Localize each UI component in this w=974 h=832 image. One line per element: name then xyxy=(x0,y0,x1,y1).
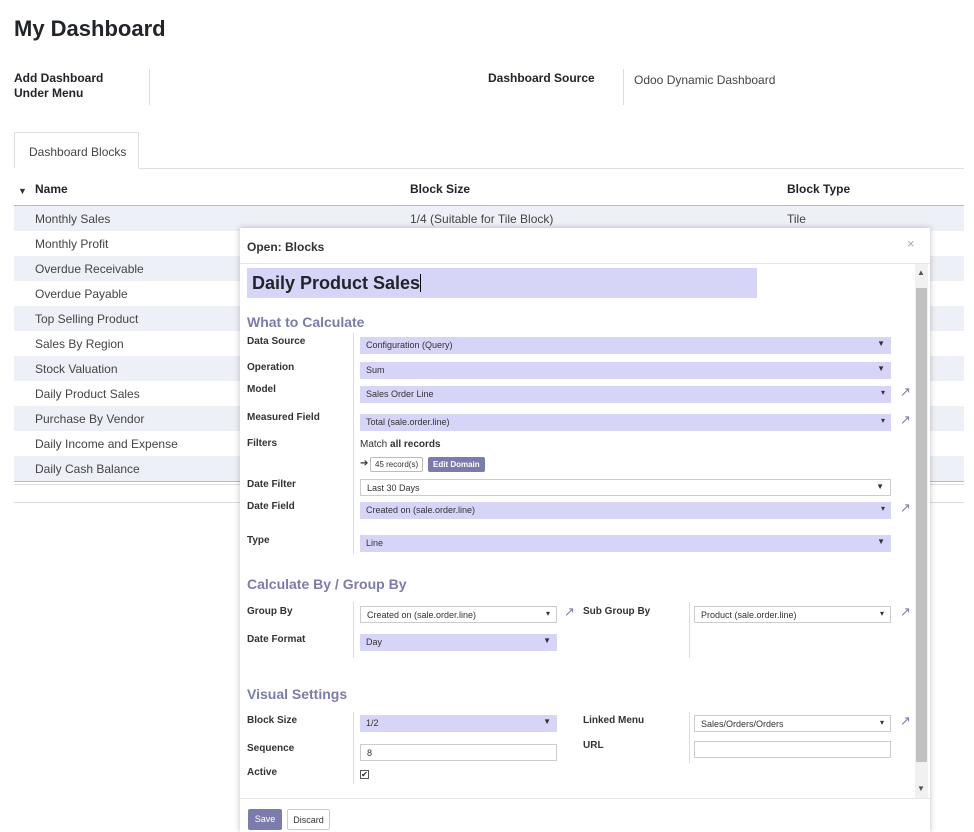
group-by-label: Group By xyxy=(247,606,293,617)
model-label: Model xyxy=(247,384,276,395)
discard-button[interactable]: Discard xyxy=(287,809,330,830)
external-link-icon[interactable]: ↗ xyxy=(900,713,911,729)
active-label: Active xyxy=(247,767,278,778)
field-separator xyxy=(353,712,354,784)
filters-label: Filters xyxy=(247,438,278,449)
arrow-right-icon: ➔ xyxy=(360,458,369,469)
url-label: URL xyxy=(583,740,604,751)
caret-down-icon: ▼ xyxy=(876,482,884,491)
operation-label: Operation xyxy=(247,362,295,373)
date-field-label: Date Field xyxy=(247,501,295,512)
external-link-icon[interactable]: ↗ xyxy=(900,412,911,428)
scroll-up-icon[interactable]: ▲ xyxy=(917,268,925,277)
linked-menu-select[interactable]: Sales/Orders/Orders ▾ xyxy=(694,715,891,732)
close-icon[interactable]: × xyxy=(907,236,915,251)
caret-down-icon: ▼ xyxy=(543,636,551,645)
date-format-label: Date Format xyxy=(247,634,306,645)
external-link-icon[interactable]: ↗ xyxy=(564,604,575,620)
scrollbar-thumb[interactable] xyxy=(916,288,927,762)
model-select[interactable]: Sales Order Line ▾ xyxy=(360,386,891,403)
section-what-to-calculate: What to Calculate xyxy=(247,314,365,330)
caret-down-icon: ▼ xyxy=(877,364,885,373)
type-label: Type xyxy=(247,535,270,546)
dialog-header xyxy=(240,228,930,264)
records-count-button[interactable]: 45 record(s) xyxy=(370,457,424,472)
caret-down-icon: ▼ xyxy=(877,537,885,546)
external-link-icon[interactable]: ↗ xyxy=(900,500,911,516)
caret-down-icon: ▼ xyxy=(543,717,551,726)
caret-down-icon: ▾ xyxy=(880,388,885,397)
dialog-title: Open: Blocks xyxy=(247,240,325,254)
sequence-input[interactable]: 8 xyxy=(360,744,557,761)
section-group-by: Calculate By / Group By xyxy=(247,576,407,592)
field-separator xyxy=(353,332,354,554)
column-block-type[interactable]: Block Type xyxy=(787,182,850,205)
dialog-footer-divider xyxy=(240,798,930,799)
active-checkbox[interactable]: ✔ xyxy=(360,770,369,779)
caret-down-icon: ▼ xyxy=(877,339,885,348)
group-by-select[interactable]: Created on (sale.order.line) ▾ xyxy=(360,606,557,623)
sort-caret-icon[interactable]: ▼ xyxy=(18,186,27,196)
column-block-size[interactable]: Block Size xyxy=(410,182,470,205)
field-separator xyxy=(353,602,354,658)
linked-menu-label: Linked Menu xyxy=(583,715,645,726)
tab-dashboard-blocks[interactable]: Dashboard Blocks xyxy=(14,132,139,169)
blocks-dialog: Open: Blocks × ▲ ▼ Daily Product Sales W… xyxy=(240,228,930,832)
type-select[interactable]: Line ▼ xyxy=(360,535,891,552)
add-menu-label: Add Dashboard Under Menu xyxy=(14,71,104,100)
date-filter-label: Date Filter xyxy=(247,479,296,490)
save-button[interactable]: Save xyxy=(248,809,282,830)
section-visual-settings: Visual Settings xyxy=(247,686,348,702)
filters-match-text: Match all records xyxy=(360,439,441,450)
caret-down-icon: ▾ xyxy=(879,718,884,727)
tab-underline xyxy=(14,168,964,169)
sub-group-by-label: Sub Group By xyxy=(583,606,651,617)
block-size-label: Block Size xyxy=(247,715,298,726)
field-separator xyxy=(149,69,150,105)
measured-field-select[interactable]: Total (sale.order.line) ▾ xyxy=(360,414,891,431)
caret-down-icon: ▾ xyxy=(879,609,884,618)
date-format-select[interactable]: Day ▼ xyxy=(360,634,557,651)
text-cursor xyxy=(420,274,422,292)
field-separator xyxy=(689,712,690,764)
sub-group-by-select[interactable]: Product (sale.order.line) ▾ xyxy=(694,606,891,623)
operation-select[interactable]: Sum ▼ xyxy=(360,362,891,379)
column-name[interactable]: Name xyxy=(35,182,68,205)
data-source-label: Data Source xyxy=(247,336,306,347)
caret-down-icon: ▾ xyxy=(880,504,885,513)
scroll-down-icon[interactable]: ▼ xyxy=(917,784,925,793)
block-name-input[interactable]: Daily Product Sales xyxy=(247,268,757,298)
measured-field-label: Measured Field xyxy=(247,412,320,423)
field-separator xyxy=(689,602,690,658)
page-title: My Dashboard xyxy=(14,16,166,41)
block-size-select[interactable]: 1/2 ▼ xyxy=(360,715,557,732)
date-field-select[interactable]: Created on (sale.order.line) ▾ xyxy=(360,502,891,519)
field-separator xyxy=(623,69,624,105)
caret-down-icon: ▾ xyxy=(545,609,550,618)
edit-domain-button[interactable]: Edit Domain xyxy=(428,457,485,472)
dashboard-source-value[interactable]: Odoo Dynamic Dashboard xyxy=(634,73,775,87)
date-filter-select[interactable]: Last 30 Days ▼ xyxy=(360,479,891,496)
data-source-select[interactable]: Configuration (Query) ▼ xyxy=(360,337,891,354)
sequence-label: Sequence xyxy=(247,743,295,754)
dashboard-source-label: Dashboard Source xyxy=(488,71,595,85)
url-input[interactable] xyxy=(694,741,891,758)
caret-down-icon: ▾ xyxy=(880,416,885,425)
external-link-icon[interactable]: ↗ xyxy=(900,604,911,620)
external-link-icon[interactable]: ↗ xyxy=(900,384,911,400)
